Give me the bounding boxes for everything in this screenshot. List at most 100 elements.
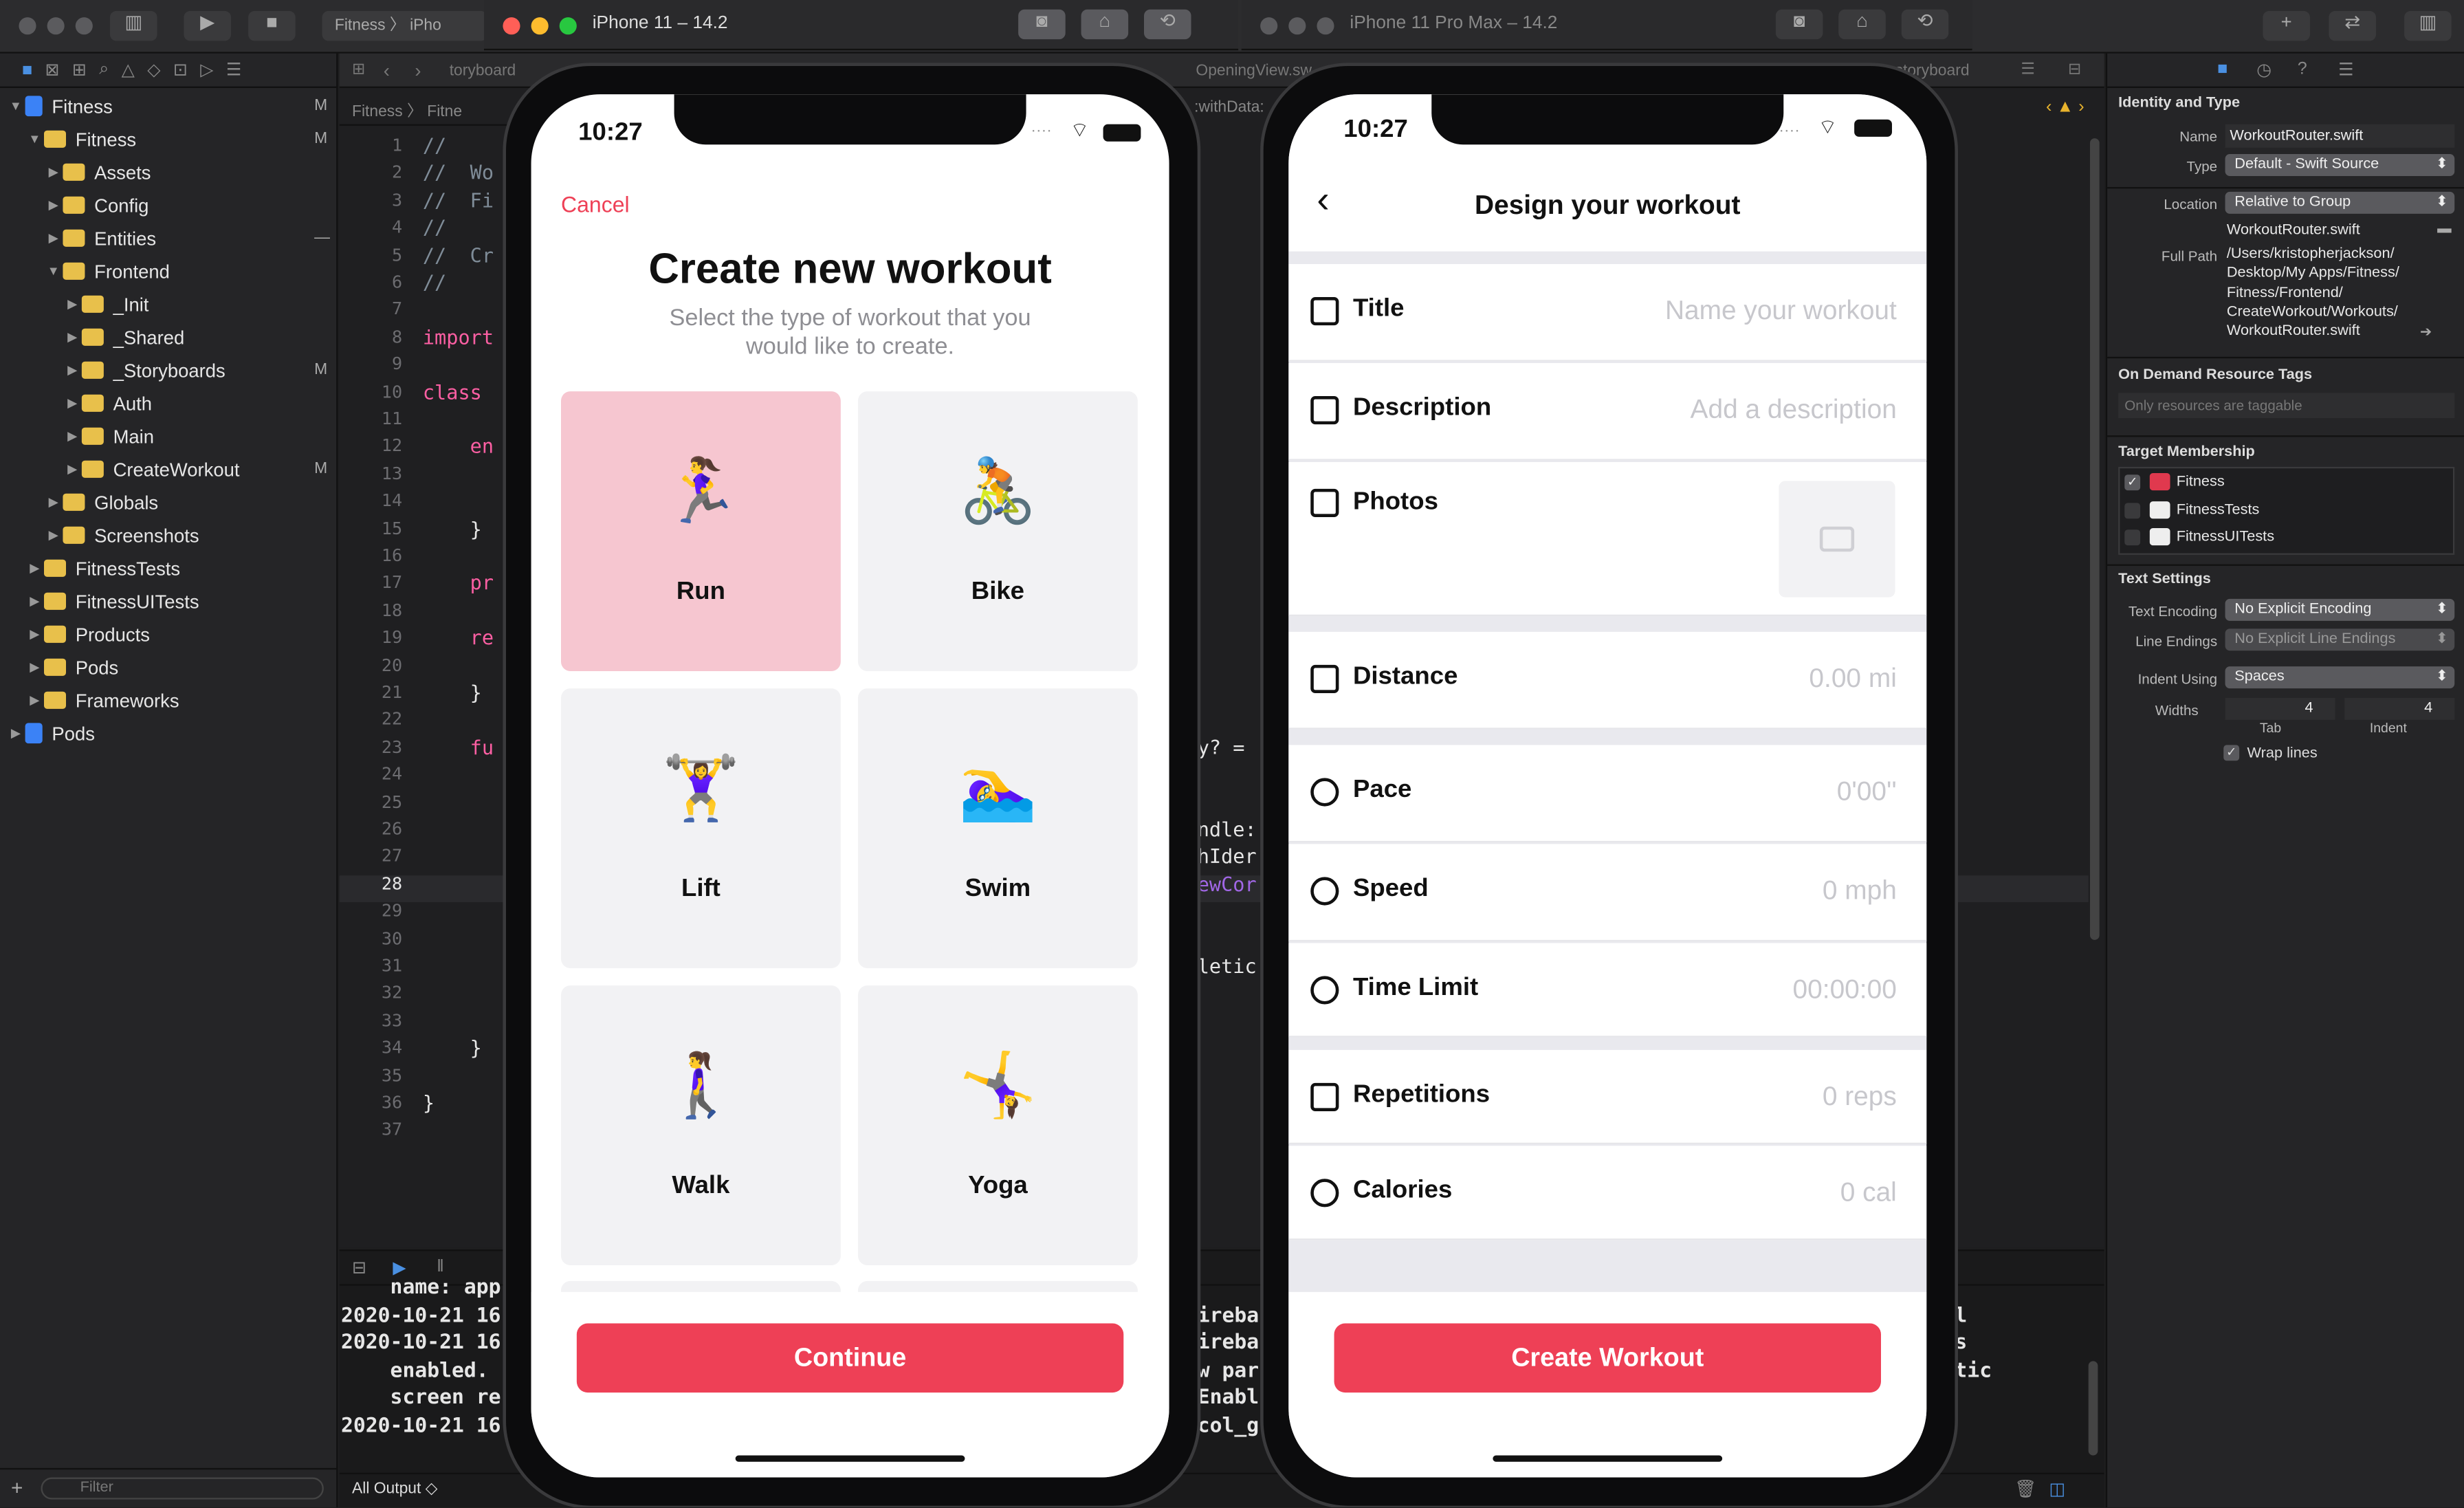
issue-icon[interactable]: △ bbox=[122, 60, 135, 80]
field-row-speed[interactable]: Speed 0 mph bbox=[1288, 844, 1927, 942]
disclosure-closed-icon[interactable]: ▶ bbox=[63, 330, 81, 345]
history-icon[interactable]: ◷ bbox=[2256, 60, 2272, 80]
workout-card-walk[interactable]: 🚶‍♀️ Walk bbox=[560, 985, 841, 1265]
scheme-selector[interactable]: Fitness 〉 iPho bbox=[322, 10, 487, 41]
navigator-item[interactable]: ▼ Fitness M bbox=[25, 122, 327, 155]
disclosure-closed-icon[interactable]: ▶ bbox=[44, 198, 63, 212]
window-zoom-button[interactable] bbox=[559, 17, 577, 35]
disclosure-closed-icon[interactable]: ▶ bbox=[25, 561, 44, 576]
help-icon[interactable]: ? bbox=[2298, 60, 2307, 78]
disclosure-closed-icon[interactable]: ▶ bbox=[25, 627, 44, 642]
adjust-editor-icon[interactable]: ☰ bbox=[2021, 61, 2034, 78]
create-workout-button[interactable]: Create Workout bbox=[1334, 1323, 1881, 1393]
debug-icon[interactable]: ⊡ bbox=[173, 60, 188, 80]
warning-icon[interactable]: ‹ ▲ › bbox=[2046, 98, 2084, 116]
navigator-toggle-button[interactable]: ▥ bbox=[109, 10, 157, 41]
field-row-description[interactable]: Description Add a description bbox=[1288, 362, 1927, 461]
home-button[interactable]: ⌂ bbox=[1081, 9, 1129, 40]
navigator-item[interactable]: ▶ Globals bbox=[44, 485, 158, 518]
folder-icon[interactable]: ■ bbox=[22, 61, 32, 79]
window-close-button[interactable] bbox=[19, 17, 36, 35]
navigator-filter-input[interactable]: Filter bbox=[41, 1477, 324, 1500]
navigator-item[interactable]: ▶ Pods bbox=[6, 717, 95, 750]
disclosure-closed-icon[interactable]: ▶ bbox=[6, 726, 25, 741]
stop-button[interactable]: ■ bbox=[248, 10, 296, 41]
location-select[interactable]: Relative to Group ⬍ bbox=[2225, 191, 2455, 214]
window-close-button[interactable] bbox=[1260, 17, 1278, 35]
symbol-icon[interactable]: ⊞ bbox=[72, 60, 87, 80]
navigator-item[interactable]: ▶ Auth bbox=[63, 386, 152, 419]
tags-field[interactable]: Only resources are taggable bbox=[2118, 393, 2455, 418]
window-minimize-button[interactable] bbox=[531, 17, 549, 35]
forward-chevron-icon[interactable]: › bbox=[415, 60, 421, 82]
console-layout-icon[interactable]: ◫ bbox=[2049, 1479, 2066, 1499]
cancel-button[interactable]: Cancel bbox=[561, 192, 630, 217]
breadcrumb-project[interactable]: Fitness bbox=[352, 104, 403, 121]
source-control-icon[interactable]: ⊠ bbox=[45, 60, 59, 80]
navigator-item[interactable]: ▶ _Shared bbox=[63, 320, 184, 353]
field-row-title[interactable]: Title Name your workout bbox=[1288, 263, 1927, 362]
target-checkbox[interactable]: ✓ bbox=[2124, 474, 2141, 491]
window-minimize-button[interactable] bbox=[47, 17, 65, 35]
navigator-item[interactable]: ▶ Products bbox=[25, 618, 150, 651]
split-editor-icon[interactable]: ⊟ bbox=[2068, 61, 2081, 78]
disclosure-closed-icon[interactable]: ▶ bbox=[63, 462, 81, 477]
disclosure-closed-icon[interactable]: ▶ bbox=[63, 297, 81, 312]
storyboard-tab[interactable]: toryboard bbox=[450, 63, 516, 80]
find-icon[interactable]: ⌕ bbox=[99, 60, 109, 80]
type-select[interactable]: Default - Swift Source ⬍ bbox=[2225, 153, 2455, 176]
navigator-item[interactable]: ▶ Pods bbox=[25, 651, 119, 684]
output-filter-select[interactable]: All Output ◇ bbox=[352, 1480, 437, 1498]
indent-select[interactable]: Spaces ⬍ bbox=[2225, 666, 2455, 689]
library-button[interactable]: + bbox=[2263, 10, 2310, 41]
navigator-item[interactable]: ▶ _Storyboards M bbox=[63, 353, 327, 386]
wrap-lines-checkbox[interactable]: ✓ bbox=[2223, 745, 2240, 761]
navigator-item[interactable]: ▶ FitnessTests bbox=[25, 551, 181, 584]
workout-card-lift[interactable]: 🏋️‍♀️ Lift bbox=[560, 688, 841, 968]
disclosure-closed-icon[interactable]: ▶ bbox=[44, 495, 63, 510]
disclosure-closed-icon[interactable]: ▶ bbox=[25, 693, 44, 708]
navigator-item[interactable]: ▶ _Init bbox=[63, 287, 148, 320]
navigator-item[interactable]: ▶ Assets bbox=[44, 155, 151, 188]
screenshot-button[interactable]: ◙ bbox=[1018, 9, 1066, 40]
disclosure-closed-icon[interactable]: ▶ bbox=[44, 528, 63, 543]
trash-icon[interactable]: 🗑 bbox=[2014, 1479, 2036, 1499]
navigator-item[interactable]: ▶ Config bbox=[44, 188, 149, 221]
workout-card-swim[interactable]: 🏊‍♀️ Swim bbox=[857, 688, 1138, 968]
field-row-distance[interactable]: Distance 0.00 mi bbox=[1288, 631, 1927, 730]
opening-view-tab[interactable]: OpeningView.sw bbox=[1196, 63, 1312, 80]
workout-card-bike[interactable]: 🚴 Bike bbox=[857, 391, 1138, 671]
tab-width-field[interactable]: 4 bbox=[2225, 697, 2335, 720]
disclosure-closed-icon[interactable]: ▶ bbox=[63, 396, 81, 411]
window-zoom-button[interactable] bbox=[75, 17, 93, 35]
disclosure-open-icon[interactable]: ▼ bbox=[44, 264, 63, 278]
code-review-button[interactable]: ⇄ bbox=[2329, 10, 2376, 41]
disclosure-closed-icon[interactable]: ▶ bbox=[25, 660, 44, 675]
navigator-item[interactable]: ▶ FitnessUITests bbox=[25, 584, 199, 618]
rotate-button[interactable]: ⟲ bbox=[1143, 9, 1191, 40]
endings-select[interactable]: No Explicit Line Endings ⬍ bbox=[2225, 629, 2455, 651]
window-zoom-button[interactable] bbox=[1317, 17, 1334, 35]
breakpoints-toggle-icon[interactable]: ▶ bbox=[393, 1258, 406, 1278]
inspector-toggle-button[interactable]: ▥ bbox=[2404, 10, 2452, 41]
window-minimize-button[interactable] bbox=[1288, 17, 1306, 35]
field-row-pace[interactable]: Pace 0'00'' bbox=[1288, 745, 1927, 843]
workout-card-run[interactable]: 🏃‍♀️ Run bbox=[560, 391, 841, 671]
disclosure-closed-icon[interactable]: ▶ bbox=[63, 429, 81, 444]
navigator-item[interactable]: ▶ Entities — bbox=[44, 221, 330, 254]
workout-card-yoga[interactable]: 🤸‍♀️ Yoga bbox=[857, 985, 1138, 1265]
target-checkbox[interactable] bbox=[2124, 502, 2141, 518]
breakpoint-icon[interactable]: ▷ bbox=[200, 60, 213, 80]
console-scrollbar[interactable] bbox=[2088, 1361, 2098, 1456]
name-field[interactable]: WorkoutRouter.swift bbox=[2225, 124, 2455, 148]
editor-scrollbar[interactable] bbox=[2089, 138, 2100, 940]
field-row-time-limit[interactable]: Time Limit 00:00:00 bbox=[1288, 943, 1927, 1038]
hide-debug-icon[interactable]: ⊟ bbox=[352, 1258, 366, 1278]
pause-icon[interactable]: ‖ bbox=[437, 1258, 443, 1276]
disclosure-closed-icon[interactable]: ▶ bbox=[25, 594, 44, 609]
field-row-repetitions[interactable]: Repetitions 0 reps bbox=[1288, 1049, 1927, 1144]
navigator-item[interactable]: ▼ Frontend bbox=[44, 254, 170, 287]
jump-bar-grid-icon[interactable]: ⊞ bbox=[352, 61, 365, 78]
report-icon[interactable]: ☰ bbox=[226, 60, 242, 80]
rotate-button[interactable]: ⟲ bbox=[1901, 9, 1949, 40]
